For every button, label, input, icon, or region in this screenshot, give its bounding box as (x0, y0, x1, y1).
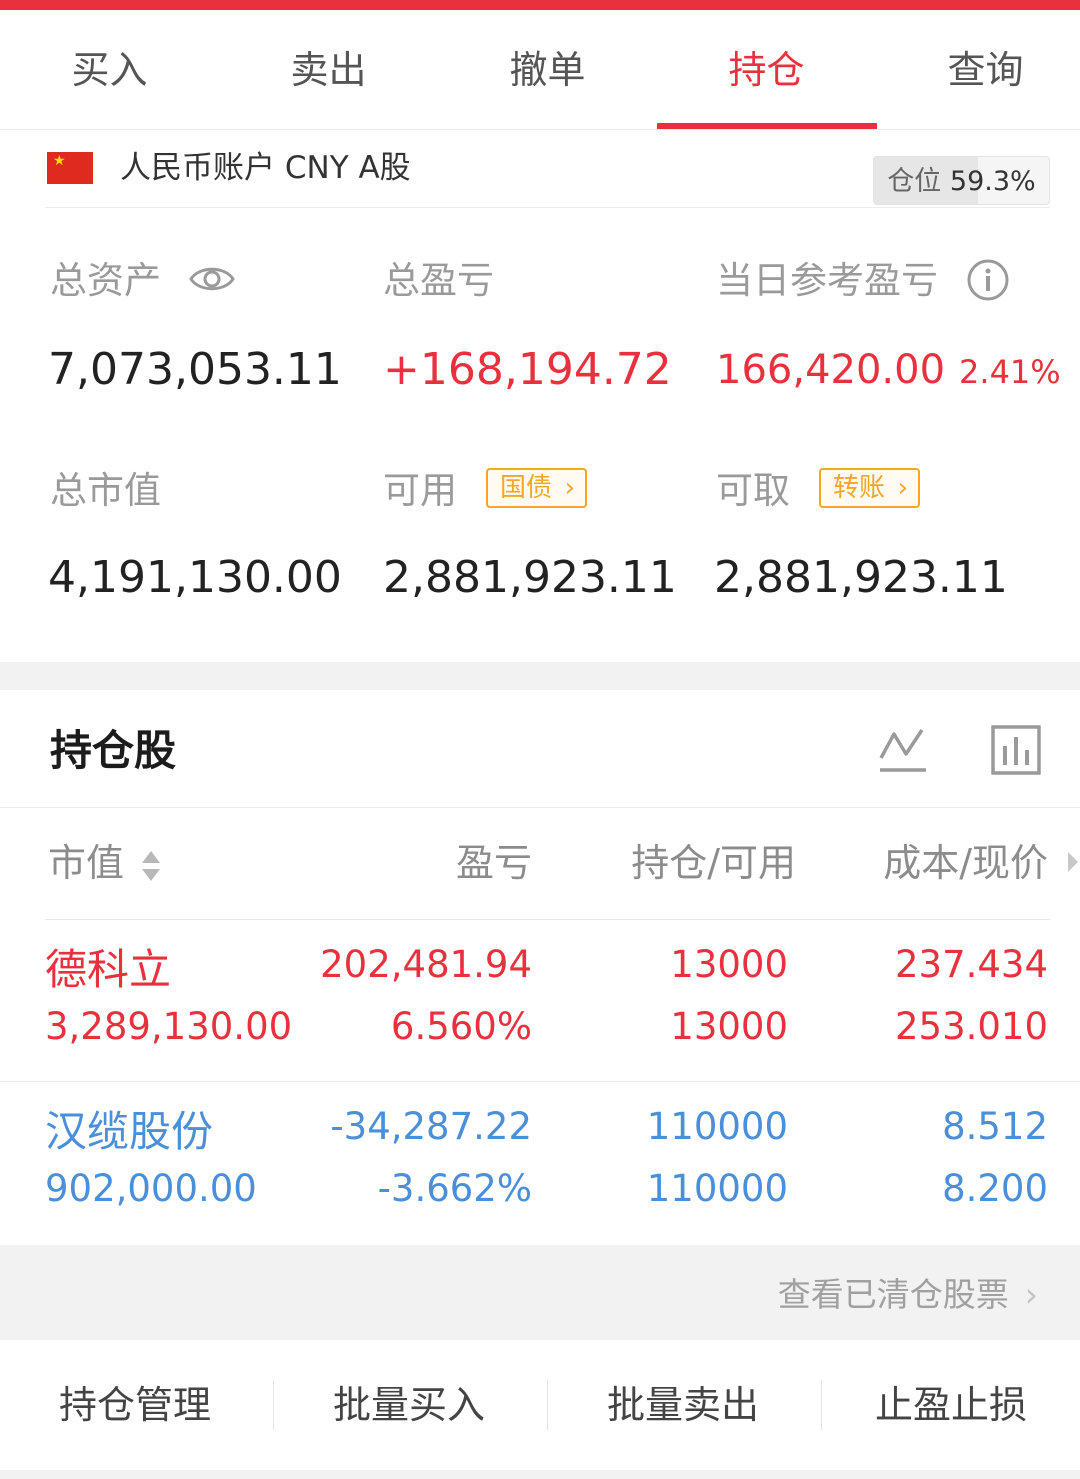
account-row[interactable]: ★ 人民币账户 CNY A股 仓位 59.3% (45, 140, 1050, 208)
daily-pnl-label: 当日参考盈亏 (716, 259, 938, 302)
available-label: 可用 (383, 469, 457, 512)
total-pnl-value: +168,194.72 (383, 344, 672, 395)
section-gap (0, 662, 1080, 690)
tab-sell[interactable]: 卖出 (219, 10, 438, 130)
column-qty[interactable]: 持仓/可用 (600, 835, 796, 891)
tab-positions[interactable]: 持仓 (657, 10, 876, 130)
active-tab-indicator (657, 123, 877, 129)
batch-buy-button[interactable]: 批量买入 (274, 1340, 544, 1470)
chevron-right-icon: › (897, 473, 908, 503)
bottom-actions: 持仓管理 批量买入 批量卖出 止盈止损 (0, 1340, 1080, 1470)
info-icon[interactable] (966, 258, 1010, 302)
position-ratio-label: 仓位 (887, 166, 942, 197)
stock-price: 8.200 (942, 1167, 1048, 1210)
column-market-value-label: 市值 (48, 841, 125, 885)
column-price[interactable]: 成本/现价 (850, 835, 1048, 891)
bottom-strip (0, 1470, 1080, 1479)
eye-icon[interactable] (189, 262, 235, 296)
stock-price: 253.010 (894, 1005, 1048, 1048)
tab-query[interactable]: 查询 (876, 10, 1080, 130)
sort-icon (142, 850, 161, 881)
position-ratio-value: 59.3% (949, 166, 1036, 197)
status-accent-bar (0, 0, 1080, 10)
take-profit-stop-loss-button[interactable]: 止盈止损 (822, 1340, 1080, 1470)
view-cleared-stocks-link[interactable]: 查看已清仓股票 › (778, 1273, 1038, 1317)
tab-cancel-order[interactable]: 撤单 (438, 10, 657, 130)
view-cleared-stocks-label: 查看已清仓股票 (777, 1275, 1009, 1314)
stock-pnl: 202,481.94 (320, 943, 532, 986)
holding-row[interactable]: 汉缆股份 902,000.00 -34,287.22 -3.662% 11000… (0, 1082, 1080, 1242)
market-value-value: 4,191,130.00 (48, 552, 342, 603)
market-value-label: 总市值 (50, 469, 161, 512)
stock-available: 110000 (646, 1167, 788, 1210)
tab-buy[interactable]: 买入 (0, 10, 219, 130)
position-ratio-badge: 仓位 59.3% (873, 156, 1050, 205)
stock-position: 110000 (646, 1105, 788, 1148)
stock-cost: 8.512 (942, 1105, 1048, 1148)
withdrawable-label: 可取 (716, 469, 790, 512)
stock-position: 13000 (670, 943, 788, 986)
withdrawable-value: 2,881,923.11 (714, 552, 1008, 603)
stock-cost: 237.434 (894, 943, 1048, 986)
stock-market-value: 3,289,130.00 (45, 1005, 293, 1048)
stock-pnl-percent: -3.662% (377, 1167, 532, 1210)
chevron-right-icon: › (1024, 1275, 1038, 1314)
china-flag-icon: ★ (47, 152, 93, 184)
stock-available: 13000 (670, 1005, 788, 1048)
divider (0, 807, 1080, 808)
treasury-bond-label: 国债 (500, 473, 553, 503)
stock-name: 汉缆股份 (45, 1107, 214, 1156)
total-assets-value: 7,073,053.11 (48, 344, 342, 395)
bar-chart-icon[interactable] (990, 724, 1042, 776)
holding-row[interactable]: 德科立 3,289,130.00 202,481.94 6.560% 13000… (0, 920, 1080, 1080)
daily-pnl-value: 166,420.00 (716, 347, 946, 393)
transfer-button[interactable]: 转账 › (819, 468, 920, 508)
position-management-button[interactable]: 持仓管理 (0, 1340, 270, 1470)
chevron-right-icon: › (564, 473, 575, 503)
trend-chart-icon[interactable] (878, 724, 928, 774)
stock-name: 德科立 (45, 945, 172, 994)
holdings-title: 持仓股 (50, 726, 177, 775)
trade-tabs: 买入 卖出 撤单 持仓 查询 (0, 10, 1080, 130)
stock-pnl: -34,287.22 (330, 1105, 532, 1148)
account-name: 人民币账户 CNY A股 (120, 150, 411, 186)
total-pnl-label: 总盈亏 (383, 259, 494, 302)
transfer-label: 转账 (833, 473, 886, 503)
account-summary: 总资产 7,073,053.11 总盈亏 +168,194.72 当日参考盈亏 … (0, 210, 1080, 662)
cleared-stocks-bar: 查看已清仓股票 › (0, 1245, 1080, 1340)
scroll-right-icon[interactable] (1066, 848, 1080, 876)
daily-pnl-percent: 2.41% (959, 353, 1061, 391)
column-pnl[interactable]: 盈亏 (350, 835, 532, 891)
available-value: 2,881,923.11 (383, 552, 677, 603)
column-market-value[interactable]: 市值 (48, 835, 162, 891)
batch-sell-button[interactable]: 批量卖出 (548, 1340, 818, 1470)
stock-market-value: 902,000.00 (45, 1167, 257, 1210)
daily-pnl-row: 166,420.00 2.41% (716, 342, 1061, 400)
stock-pnl-percent: 6.560% (390, 1005, 532, 1048)
treasury-bond-button[interactable]: 国债 › (486, 468, 587, 508)
total-assets-label: 总资产 (50, 259, 161, 302)
